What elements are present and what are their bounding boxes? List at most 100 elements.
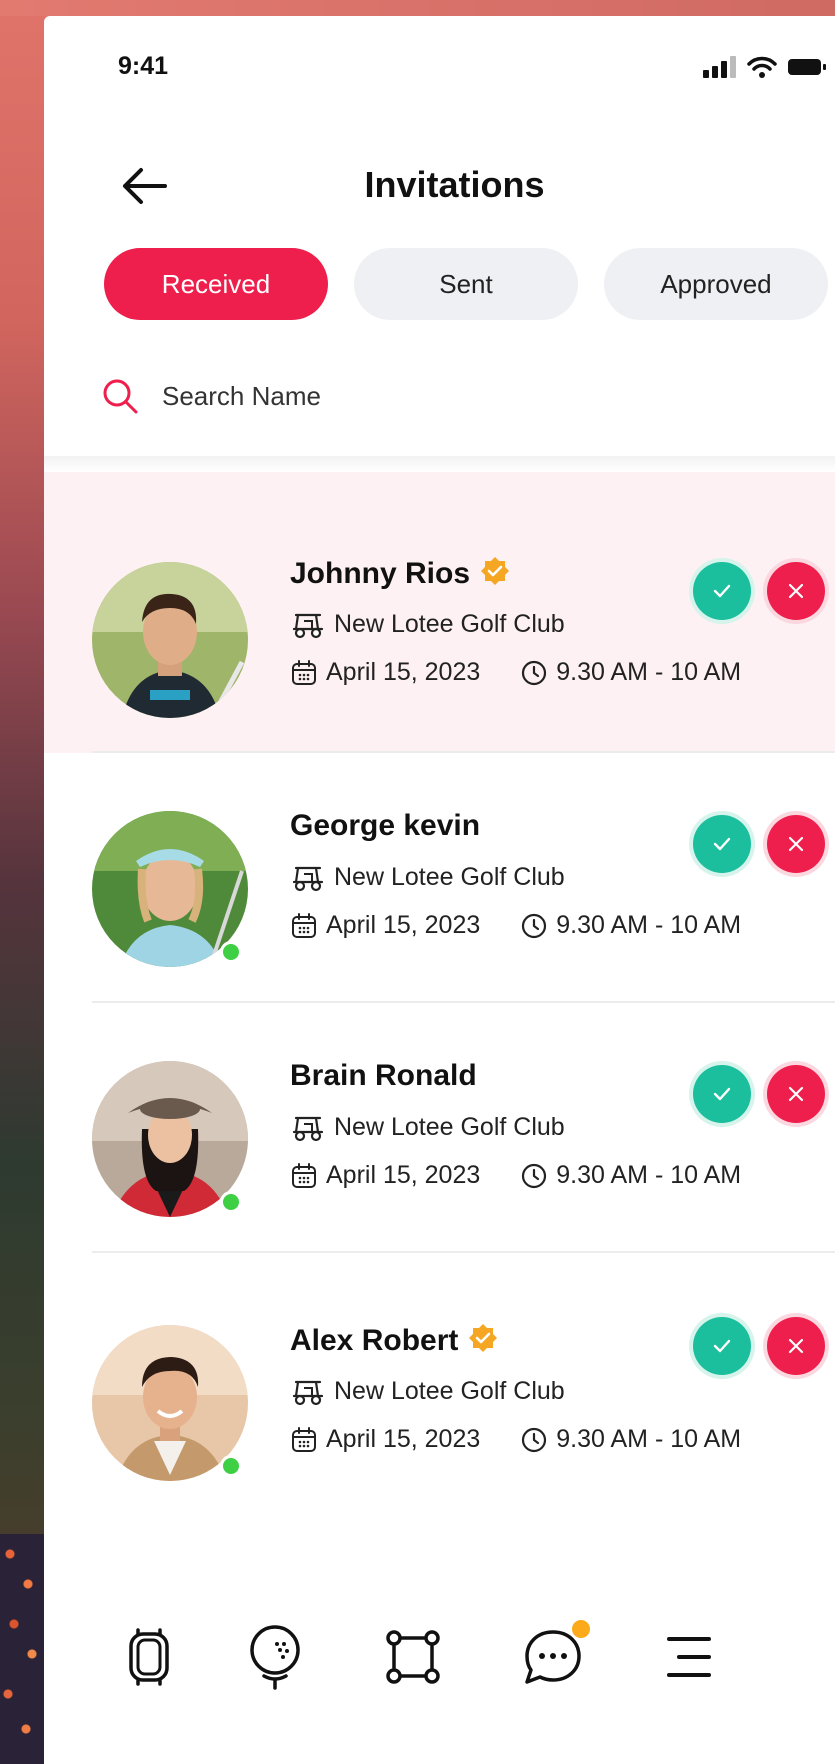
calendar-icon bbox=[292, 1426, 316, 1452]
name-row: Johnny Rios bbox=[290, 556, 510, 591]
close-icon bbox=[788, 583, 804, 599]
check-icon bbox=[713, 1339, 731, 1353]
bottom-nav bbox=[44, 1564, 835, 1764]
invitation-item[interactable]: Alex Robert New Lotee Golf Club April 15… bbox=[44, 1253, 835, 1503]
header-divider bbox=[44, 456, 835, 472]
avatar bbox=[92, 562, 248, 718]
close-icon bbox=[788, 1338, 804, 1354]
date-row: April 15, 2023 9.30 AM - 10 AM bbox=[290, 1425, 741, 1454]
golf-cart-icon bbox=[292, 613, 324, 638]
name-row: Brain Ronald bbox=[290, 1059, 477, 1093]
invitation-item[interactable]: George kevin New Lotee Golf Club April 1… bbox=[44, 753, 835, 1003]
clock-icon bbox=[522, 1163, 547, 1188]
verified-badge-icon bbox=[468, 1323, 498, 1358]
chat-notification-badge bbox=[570, 1618, 592, 1640]
close-icon bbox=[788, 1086, 804, 1102]
calendar-icon bbox=[292, 912, 316, 938]
phone-screen: 9:41 Invitations Received Sent Approved … bbox=[44, 16, 835, 1764]
club-row: New Lotee Golf Club bbox=[290, 610, 565, 639]
golf-cart-icon bbox=[292, 1116, 324, 1141]
invite-date: April 15, 2023 bbox=[326, 658, 481, 686]
club-name: New Lotee Golf Club bbox=[334, 863, 565, 891]
nav-connections[interactable] bbox=[378, 1622, 448, 1692]
wifi-icon bbox=[747, 56, 777, 83]
check-icon bbox=[713, 837, 731, 851]
tab-approved[interactable]: Approved bbox=[604, 248, 828, 320]
date-row: April 15, 2023 9.30 AM - 10 AM bbox=[290, 911, 741, 940]
club-name: New Lotee Golf Club bbox=[334, 1377, 565, 1405]
status-bar: 9:41 bbox=[44, 16, 835, 106]
nav-golf[interactable] bbox=[240, 1622, 310, 1692]
invitee-name: Alex Robert bbox=[290, 1323, 459, 1357]
search-icon bbox=[103, 379, 138, 414]
invite-date: April 15, 2023 bbox=[326, 911, 481, 939]
name-row: Alex Robert bbox=[290, 1323, 498, 1358]
invite-time: 9.30 AM - 10 AM bbox=[556, 911, 742, 939]
invitation-list: Johnny Rios New Lotee Golf Club April 15… bbox=[44, 472, 835, 1503]
battery-icon bbox=[787, 57, 827, 82]
name-row: George kevin bbox=[290, 809, 480, 843]
decline-button[interactable] bbox=[767, 1065, 825, 1123]
golf-cart-icon bbox=[292, 866, 324, 891]
online-status-dot bbox=[220, 941, 242, 963]
clock-icon bbox=[522, 660, 547, 685]
clock-icon bbox=[522, 1427, 547, 1452]
menu-icon bbox=[667, 1637, 711, 1677]
background-strip bbox=[0, 0, 835, 16]
close-icon bbox=[788, 836, 804, 852]
signal-icon bbox=[703, 56, 737, 83]
connections-icon bbox=[386, 1630, 440, 1684]
invite-time: 9.30 AM - 10 AM bbox=[556, 1425, 742, 1453]
status-time: 9:41 bbox=[118, 52, 169, 80]
club-row: New Lotee Golf Club bbox=[290, 1113, 565, 1142]
tab-bar: Received Sent Approved bbox=[104, 248, 828, 320]
date-row: April 15, 2023 9.30 AM - 10 AM bbox=[290, 1161, 741, 1190]
decline-button[interactable] bbox=[767, 815, 825, 873]
nav-menu[interactable] bbox=[654, 1622, 724, 1692]
status-icons bbox=[703, 56, 827, 83]
verified-badge-icon bbox=[480, 556, 510, 591]
invite-time: 9.30 AM - 10 AM bbox=[556, 658, 742, 686]
club-name: New Lotee Golf Club bbox=[334, 610, 565, 638]
invitation-item[interactable]: Johnny Rios New Lotee Golf Club April 15… bbox=[44, 472, 835, 753]
invite-time: 9.30 AM - 10 AM bbox=[556, 1161, 742, 1189]
golf-ball-icon bbox=[250, 1625, 300, 1690]
accept-button[interactable] bbox=[693, 1065, 751, 1123]
check-icon bbox=[713, 584, 731, 598]
invite-date: April 15, 2023 bbox=[326, 1425, 481, 1453]
search-bar bbox=[100, 366, 800, 426]
calendar-icon bbox=[292, 659, 316, 685]
check-icon bbox=[713, 1087, 731, 1101]
online-status-dot bbox=[220, 1455, 242, 1477]
calendar-icon bbox=[292, 1162, 316, 1188]
accept-button[interactable] bbox=[693, 815, 751, 873]
online-status-dot bbox=[220, 1191, 242, 1213]
invite-actions bbox=[693, 562, 825, 620]
invitation-item[interactable]: Brain Ronald New Lotee Golf Club April 1… bbox=[44, 1003, 835, 1253]
decline-button[interactable] bbox=[767, 1317, 825, 1375]
tab-received[interactable]: Received bbox=[104, 248, 328, 320]
club-name: New Lotee Golf Club bbox=[334, 1113, 565, 1141]
decline-button[interactable] bbox=[767, 562, 825, 620]
invitee-name: Johnny Rios bbox=[290, 556, 471, 590]
invite-actions bbox=[693, 815, 825, 873]
accept-button[interactable] bbox=[693, 1317, 751, 1375]
golf-cart-icon bbox=[292, 1380, 324, 1405]
clock-icon bbox=[522, 913, 547, 938]
club-row: New Lotee Golf Club bbox=[290, 863, 565, 892]
invitee-name: Brain Ronald bbox=[290, 1059, 477, 1092]
search-input[interactable] bbox=[162, 380, 722, 412]
tab-sent[interactable]: Sent bbox=[354, 248, 578, 320]
club-row: New Lotee Golf Club bbox=[290, 1377, 565, 1406]
background-flowers bbox=[0, 1534, 44, 1764]
nav-chat[interactable] bbox=[518, 1618, 592, 1692]
invitee-name: George kevin bbox=[290, 809, 481, 842]
watch-icon bbox=[129, 1628, 169, 1686]
page-title: Invitations bbox=[364, 164, 545, 205]
invite-date: April 15, 2023 bbox=[326, 1161, 481, 1189]
invite-actions bbox=[693, 1065, 825, 1123]
invite-actions bbox=[693, 1317, 825, 1375]
nav-watch[interactable] bbox=[114, 1622, 184, 1692]
accept-button[interactable] bbox=[693, 562, 751, 620]
date-row: April 15, 2023 9.30 AM - 10 AM bbox=[290, 658, 741, 687]
